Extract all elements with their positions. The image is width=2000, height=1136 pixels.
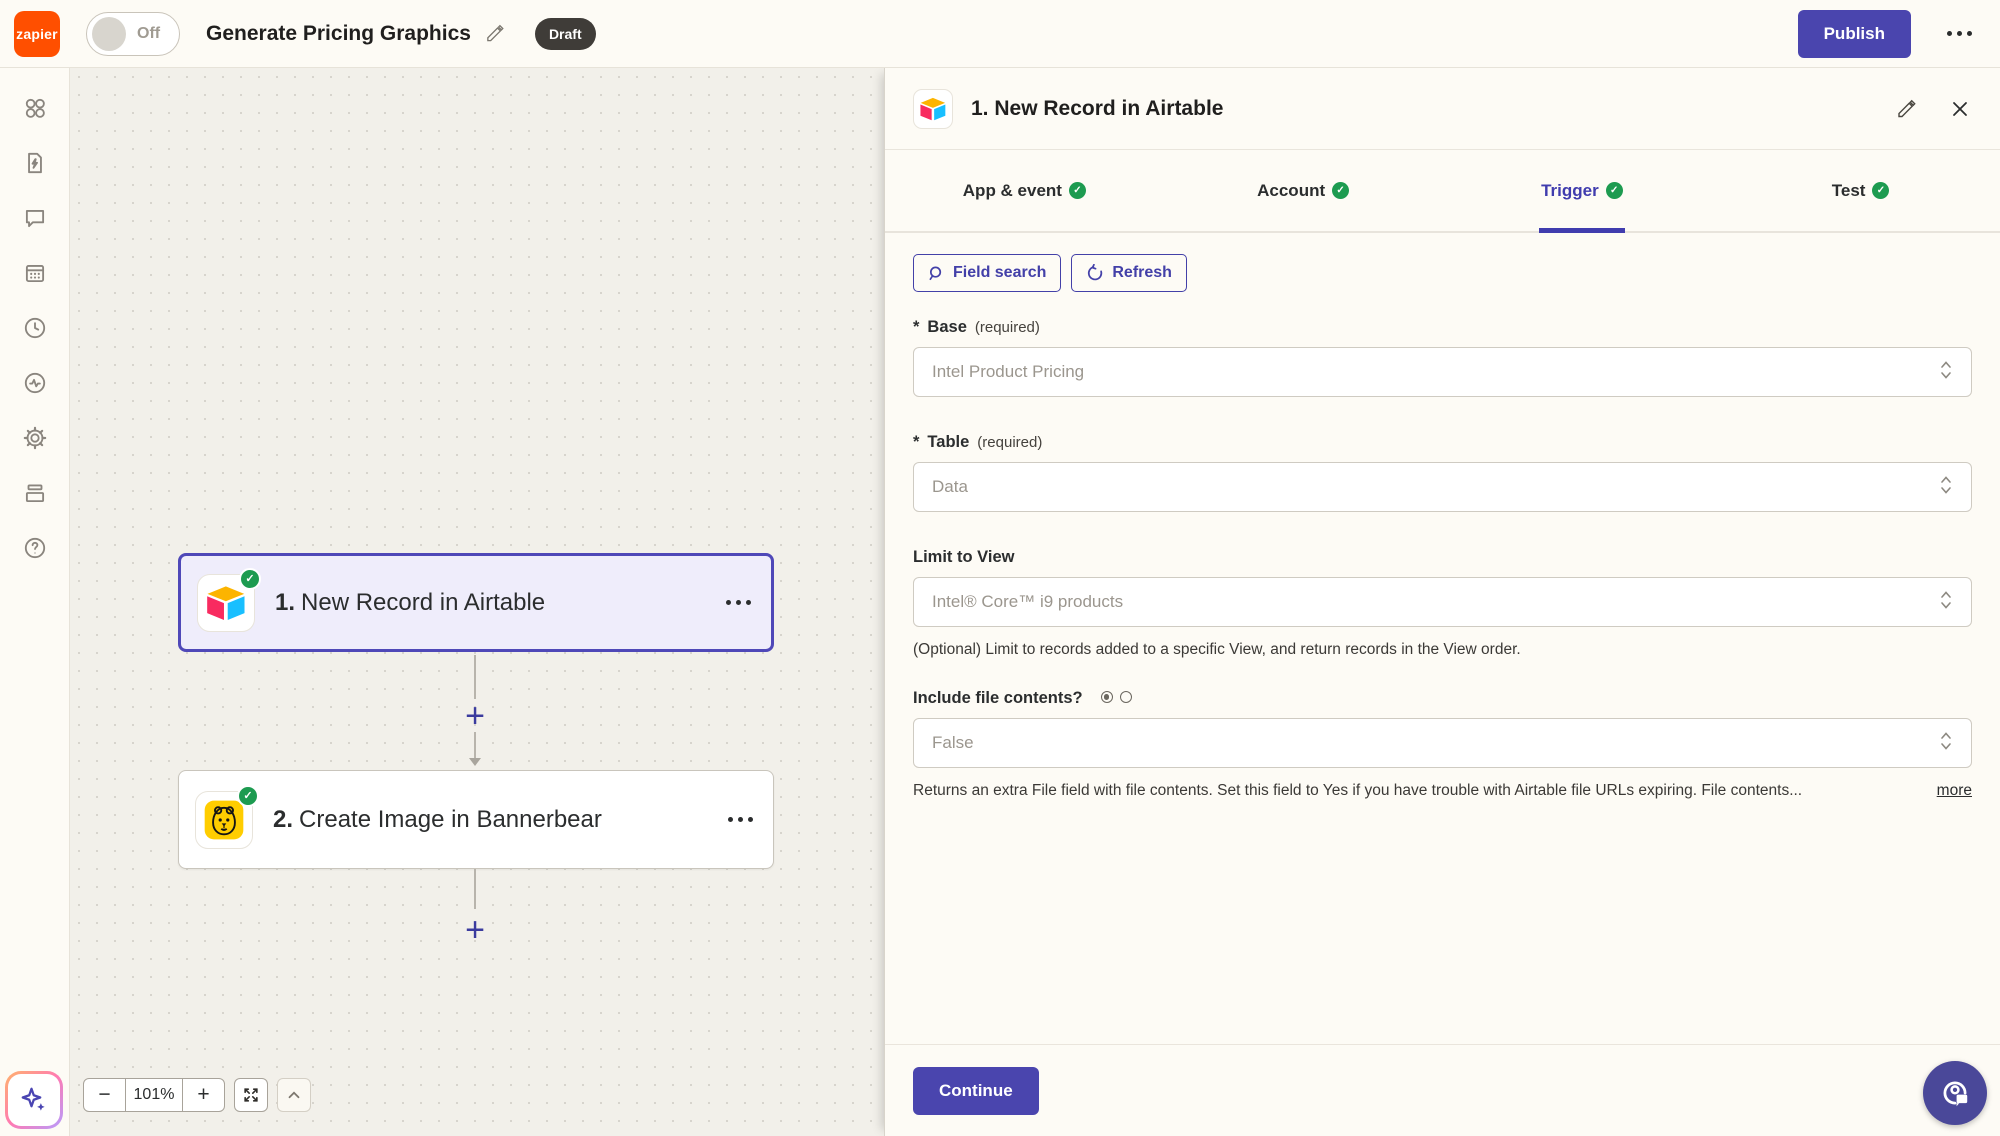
sparkle-icon: [21, 1087, 45, 1111]
limit-to-view-helper: (Optional) Limit to records added to a s…: [913, 641, 1521, 658]
panel-title: 1. New Record in Airtable: [971, 96, 1224, 120]
more-options-icon[interactable]: [1941, 25, 1978, 42]
tab-account[interactable]: Account: [1164, 150, 1443, 231]
apps-grid-icon[interactable]: [21, 94, 48, 121]
field-type-radio-icons[interactable]: [1100, 691, 1132, 703]
include-file-contents-helper: Returns an extra File field with file co…: [913, 782, 1803, 799]
refresh-icon: [1088, 264, 1103, 281]
limit-to-view-label: Limit to View: [913, 548, 1015, 566]
more-link[interactable]: more: [1937, 782, 1972, 800]
calendar-icon[interactable]: [21, 259, 48, 286]
include-file-contents-select[interactable]: False: [913, 718, 1972, 768]
zap-canvas[interactable]: 1.New Record in Airtable 2.Create Image …: [70, 68, 884, 1136]
table-select[interactable]: Data: [913, 462, 1972, 512]
zap-templates-icon[interactable]: [21, 149, 48, 176]
feedback-widget-button[interactable]: [1923, 1061, 1987, 1125]
toggle-label: Off: [137, 24, 161, 42]
panel-footer: Continue: [885, 1044, 2000, 1136]
connector-line: [474, 732, 476, 758]
bannerbear-app-icon: [195, 784, 259, 849]
step-title: 1. New Record in Airtable: [275, 588, 546, 616]
tab-trigger[interactable]: Trigger: [1443, 150, 1722, 231]
connector-line: [474, 655, 476, 699]
connector-line: [474, 869, 476, 909]
top-bar: zapier Off Generate Pricing Graphics Dra…: [0, 0, 2000, 68]
step-complete-check-icon: [237, 784, 259, 807]
base-field-label: * Base (required): [913, 318, 1040, 336]
step-menu-icon[interactable]: [722, 592, 755, 613]
refresh-button[interactable]: Refresh: [1071, 254, 1187, 292]
step-node-bannerbear[interactable]: 2.Create Image in Bannerbear: [178, 770, 774, 869]
tab-app-event[interactable]: App & event: [885, 150, 1164, 231]
step-menu-icon[interactable]: [724, 809, 757, 830]
tab-complete-check-icon: [1605, 182, 1623, 199]
collapse-toolbar-button[interactable]: [277, 1078, 311, 1112]
step-config-panel: 1. New Record in Airtable App & event Ac…: [884, 68, 2000, 1136]
rename-step-icon[interactable]: [1894, 97, 1918, 121]
tab-complete-check-icon: [1068, 182, 1086, 199]
zapier-logo[interactable]: zapier: [14, 10, 60, 57]
select-chevrons-icon: [1939, 359, 1953, 386]
zapier-logo-text: zapier: [16, 25, 58, 42]
select-chevrons-icon: [1939, 474, 1953, 501]
step-config-tabs: App & event Account Trigger Test: [885, 150, 2000, 233]
zoom-toolbar: 101%: [83, 1078, 311, 1112]
tab-complete-check-icon: [1872, 182, 1890, 199]
airtable-app-icon-small: [913, 88, 953, 129]
help-icon[interactable]: [21, 534, 48, 561]
zap-on-off-toggle[interactable]: Off: [86, 11, 180, 56]
chat-icon[interactable]: [21, 204, 48, 231]
airtable-app-icon: [197, 567, 261, 632]
include-file-contents-label: Include file contents?: [913, 689, 1972, 708]
field-search-button[interactable]: Field search: [913, 254, 1062, 292]
feedback-icon: [1943, 1081, 1968, 1107]
select-chevrons-icon: [1939, 730, 1953, 757]
edit-title-icon[interactable]: [483, 22, 507, 46]
left-sidebar: [0, 68, 70, 1136]
panel-header: 1. New Record in Airtable: [885, 68, 2000, 150]
add-step-button[interactable]: [461, 702, 489, 730]
base-select[interactable]: Intel Product Pricing: [913, 347, 1972, 397]
zoom-level: 101%: [133, 1086, 175, 1103]
zoom-in-button[interactable]: [182, 1079, 224, 1111]
connector-arrow: [469, 758, 481, 766]
select-chevrons-icon: [1939, 589, 1953, 616]
step-complete-check-icon: [239, 567, 261, 590]
status-badge: Draft: [534, 17, 596, 50]
toggle-knob[interactable]: [92, 16, 126, 51]
close-panel-icon[interactable]: [1948, 97, 1972, 121]
continue-button[interactable]: Continue: [913, 1066, 1039, 1115]
ai-copilot-button[interactable]: [5, 1071, 63, 1129]
tab-test[interactable]: Test: [1721, 150, 2000, 231]
monitoring-icon[interactable]: [21, 369, 48, 396]
settings-gear-icon[interactable]: [21, 424, 48, 451]
search-icon: [929, 266, 942, 280]
tab-complete-check-icon: [1332, 182, 1350, 199]
panel-body: Field search Refresh * Base (required) I…: [885, 233, 2000, 1044]
publish-button[interactable]: Publish: [1797, 9, 1911, 58]
add-step-button[interactable]: [461, 916, 489, 944]
tables-icon[interactable]: [21, 479, 48, 506]
history-icon[interactable]: [21, 314, 48, 341]
fit-to-screen-button[interactable]: [234, 1078, 268, 1112]
zoom-out-button[interactable]: [84, 1079, 126, 1111]
table-field-label: * Table (required): [913, 433, 1043, 451]
zap-title: Generate Pricing Graphics: [206, 21, 471, 45]
limit-to-view-select[interactable]: Intel® Core™ i9 products: [913, 577, 1972, 627]
step-node-airtable[interactable]: 1.New Record in Airtable: [178, 553, 774, 652]
step-title: 2. Create Image in Bannerbear: [273, 805, 602, 833]
